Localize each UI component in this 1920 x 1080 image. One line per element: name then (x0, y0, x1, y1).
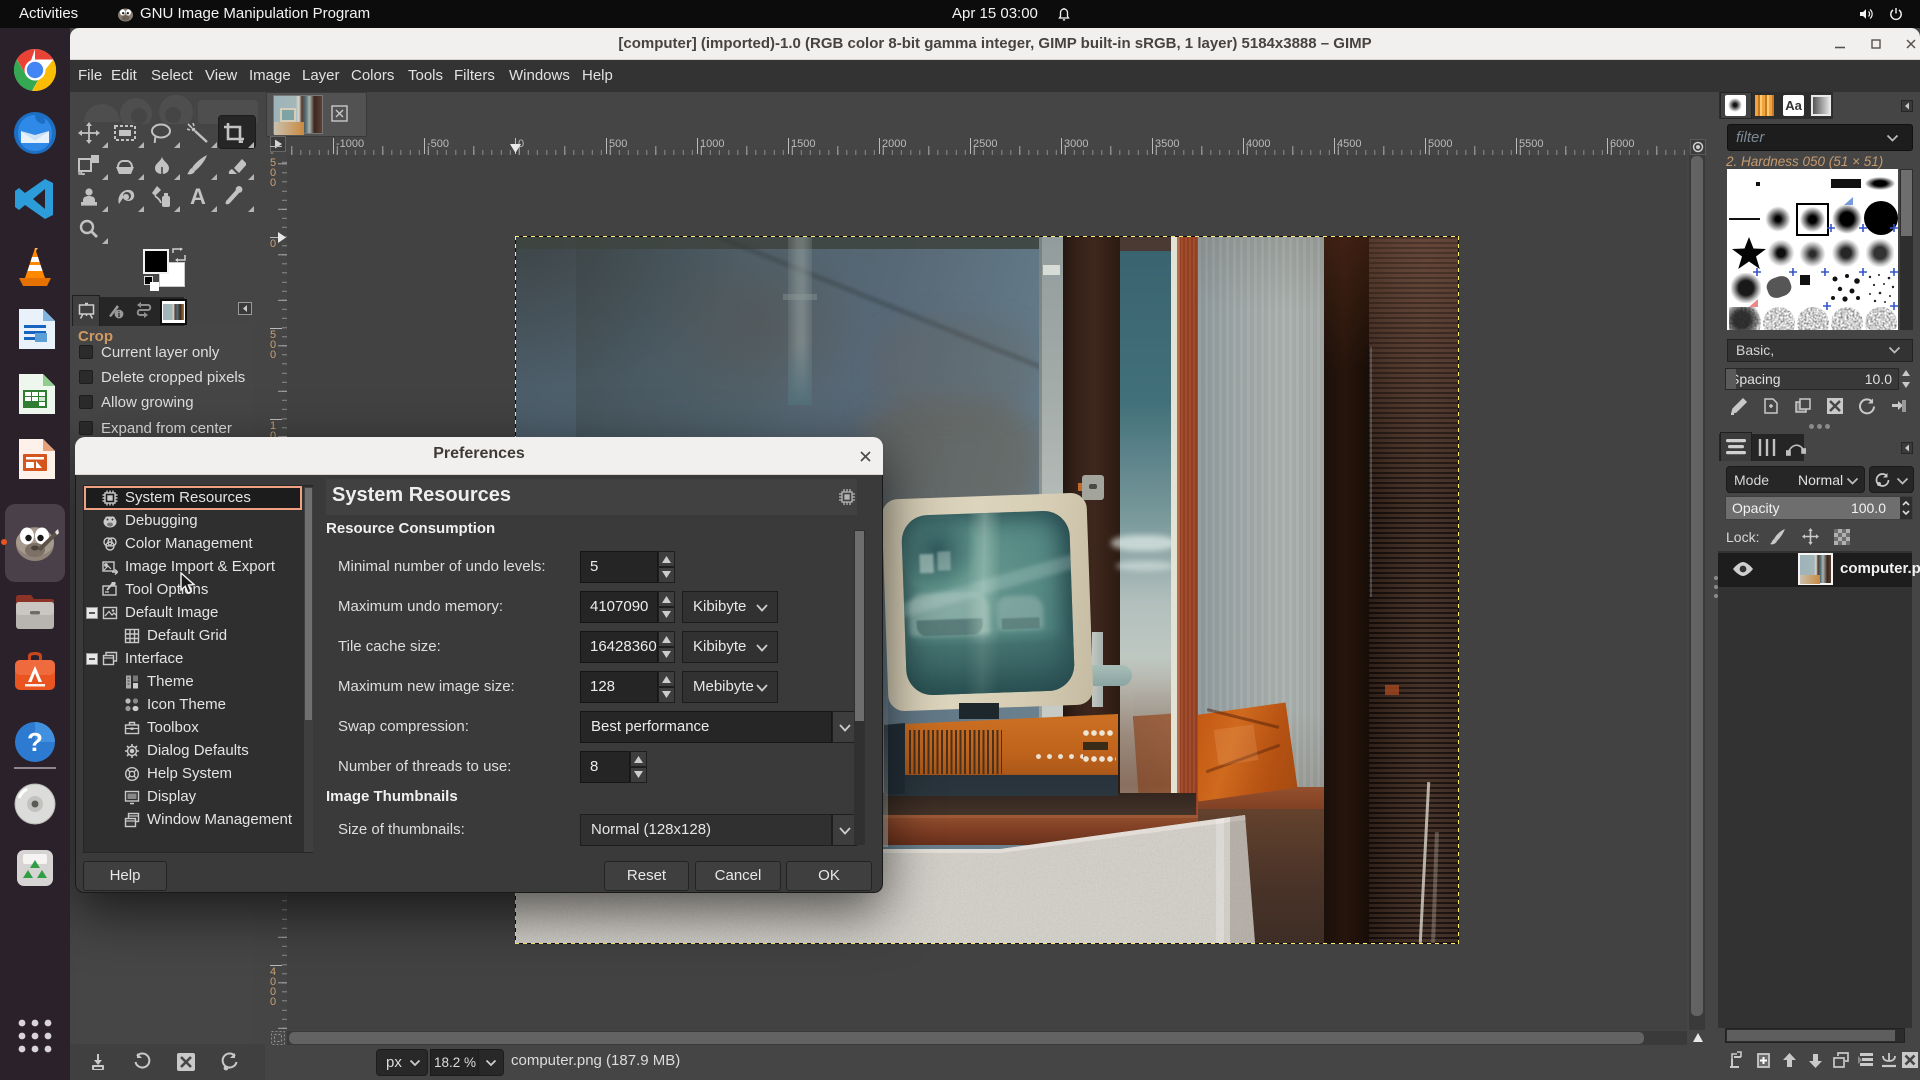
svg-text:?: ? (27, 727, 43, 757)
svg-text:A: A (190, 187, 206, 207)
